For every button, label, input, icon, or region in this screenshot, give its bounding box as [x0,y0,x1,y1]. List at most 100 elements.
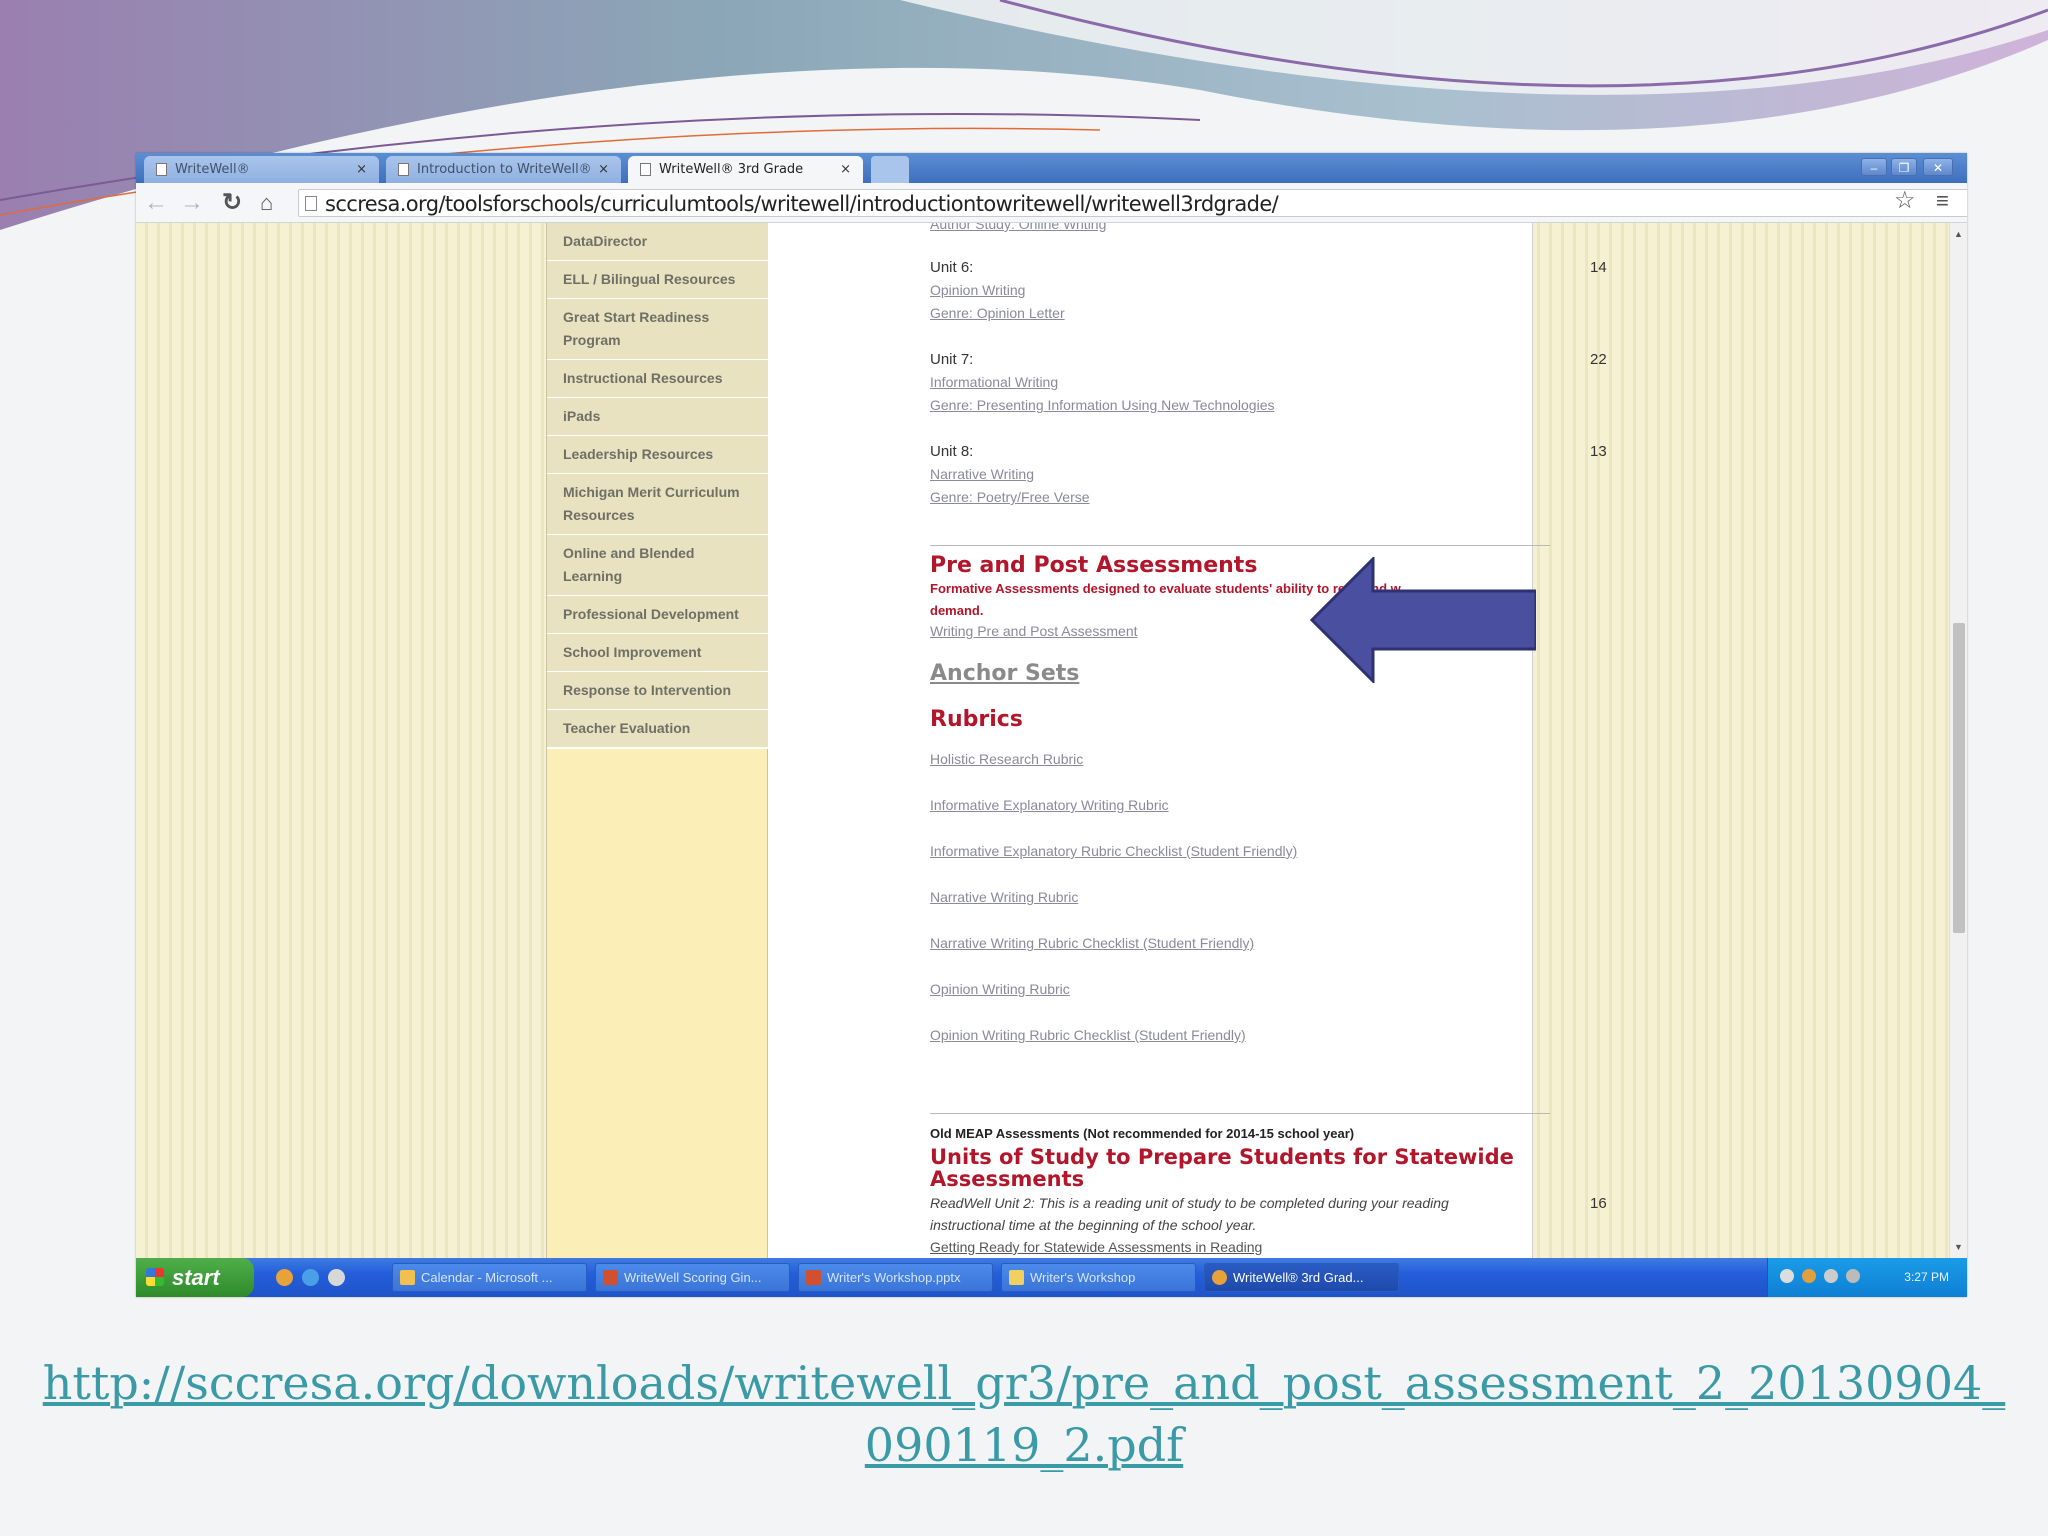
ie-icon[interactable] [302,1269,319,1286]
minimize-icon[interactable]: – [1861,158,1887,176]
bookmark-star-icon[interactable]: ☆ [1894,187,1916,215]
tab-introduction[interactable]: Introduction to WriteWell® × [386,156,621,183]
unit-label: Unit 8: [930,443,974,460]
task-calendar[interactable]: Calendar - Microsoft ... [392,1263,587,1292]
link-anchor-sets[interactable]: Anchor Sets [930,661,1079,686]
task-writewell-scoring[interactable]: WriteWell Scoring Gin... [595,1263,790,1292]
link-rubric[interactable]: Narrative Writing Rubric [930,889,1078,905]
system-tray: 3:27 PM [1767,1258,1967,1297]
network-icon[interactable] [1824,1269,1838,1283]
nav-item-response-to-intervention[interactable]: Response to Intervention [547,672,769,711]
task-label: Calendar - Microsoft ... [421,1270,553,1285]
link-unit-topic[interactable]: Opinion Writing [930,282,1025,298]
tab-writewell[interactable]: WriteWell® × [144,156,379,183]
address-bar[interactable]: sccresa.org/toolsforschools/curriculumto… [298,189,1967,217]
link-unit-topic[interactable]: Informational Writing [930,374,1058,390]
menu-icon[interactable]: ≡ [1936,187,1949,215]
source-link-line2[interactable]: 090119_2.pdf [0,1414,2048,1476]
nav-item-ipads[interactable]: iPads [547,398,769,437]
link-rubric[interactable]: Informative Explanatory Rubric Checklist… [930,843,1297,859]
link-writing-pre-post-assessment[interactable]: Writing Pre and Post Assessment [930,623,1138,639]
volume-icon[interactable] [1846,1269,1860,1283]
readwell-description: ReadWell Unit 2: This is a reading unit … [930,1195,1449,1211]
task-label: Writer's Workshop.pptx [827,1270,961,1285]
nav-item-datadirector[interactable]: DataDirector [547,223,769,262]
tray-icon[interactable] [1802,1269,1816,1283]
slide: WriteWell® × Introduction to WriteWell® … [0,0,2048,1536]
nav-item-leadership[interactable]: Leadership Resources [547,436,769,475]
windows-logo-icon [146,1268,164,1286]
nav-item-instructional-resources[interactable]: Instructional Resources [547,360,769,399]
nav-item-great-start[interactable]: Great Start Readiness Program [547,299,769,361]
start-label: start [172,1265,220,1290]
source-link-line1[interactable]: http://sccresa.org/downloads/writewell_g… [0,1352,2048,1414]
divider [930,545,1550,546]
left-pointing-arrow [1310,557,1536,683]
unit-sessions: 13 [1590,443,1607,460]
pre-post-description-cont: demand. [930,603,984,618]
link-getting-ready[interactable]: Getting Ready for Statewide Assessments … [930,1239,1262,1255]
forward-icon[interactable]: → [180,189,204,217]
unit-label: Unit 6: [930,259,974,276]
link-rubric[interactable]: Holistic Research Rubric [930,751,1083,767]
unit-sessions: 22 [1590,351,1607,368]
tray-icon[interactable] [1780,1269,1794,1283]
left-navigation: DataDirector ELL / Bilingual Resources G… [546,223,769,1258]
scroll-up-icon[interactable]: ▲ [1954,229,1963,239]
close-tab-icon[interactable]: × [598,162,609,177]
link-rubric[interactable]: Opinion Writing Rubric [930,981,1070,997]
restore-icon[interactable]: ❐ [1891,158,1917,176]
unit-sessions: 16 [1590,1195,1607,1212]
link-rubric[interactable]: Informative Explanatory Writing Rubric [930,797,1169,813]
task-label: WriteWell Scoring Gin... [624,1270,762,1285]
link-unit-genre[interactable]: Genre: Presenting Information Using New … [930,397,1274,413]
tab-label: Introduction to WriteWell® [417,162,592,177]
browser-window: WriteWell® × Introduction to WriteWell® … [136,153,1967,1297]
vertical-scrollbar[interactable]: ▲ ▼ [1949,223,1967,1258]
folder-icon [1009,1270,1024,1285]
task-chrome-writewell[interactable]: WriteWell® 3rd Grad... [1204,1263,1399,1292]
page-icon [398,163,409,176]
tab-3rd-grade[interactable]: WriteWell® 3rd Grade × [628,156,863,183]
chrome-icon [1212,1270,1227,1285]
task-writers-workshop-pptx[interactable]: Writer's Workshop.pptx [798,1263,993,1292]
url-text: sccresa.org/toolsforschools/curriculumto… [325,192,1279,216]
link-rubric[interactable]: Opinion Writing Rubric Checklist (Studen… [930,1027,1246,1043]
close-tab-icon[interactable]: × [356,162,367,177]
new-tab-button[interactable] [871,156,909,183]
heading-units-of-study: Units of Study to Prepare Students for S… [930,1145,1514,1169]
nav-item-school-improvement[interactable]: School Improvement [547,634,769,673]
page-icon [156,163,167,176]
nav-item-professional-development[interactable]: Professional Development [547,596,769,635]
source-link[interactable]: http://sccresa.org/downloads/writewell_g… [0,1352,2048,1476]
task-writers-workshop-folder[interactable]: Writer's Workshop [1001,1263,1196,1292]
link-unit-genre[interactable]: Genre: Opinion Letter [930,305,1065,321]
nav-item-online-blended[interactable]: Online and Blended Learning [547,535,769,597]
tab-bar: WriteWell® × Introduction to WriteWell® … [136,153,1967,183]
powerpoint-icon [806,1270,821,1285]
divider [930,1113,1550,1114]
nav-item-teacher-evaluation[interactable]: Teacher Evaluation [547,710,769,749]
nav-item-ell[interactable]: ELL / Bilingual Resources [547,261,769,300]
home-icon[interactable]: ⌂ [260,189,273,217]
close-window-icon[interactable]: ✕ [1923,158,1953,176]
link-unit-topic[interactable]: Narrative Writing [930,466,1034,482]
link-rubric[interactable]: Narrative Writing Rubric Checklist (Stud… [930,935,1254,951]
explorer-icon[interactable] [328,1269,345,1286]
nav-item-michigan-merit[interactable]: Michigan Merit Curriculum Resources [547,474,769,536]
scroll-thumb[interactable] [1953,623,1965,933]
page-icon [640,163,651,176]
page-icon [305,196,317,211]
link-author-study[interactable]: Author Study: Online Writing [930,223,1106,232]
back-icon[interactable]: ← [144,189,168,217]
close-tab-icon[interactable]: × [840,162,851,177]
meap-note: Old MEAP Assessments (Not recommended fo… [930,1126,1355,1141]
readwell-description-cont: instructional time at the beginning of t… [930,1217,1257,1233]
reload-icon[interactable]: ↻ [222,189,242,217]
chrome-icon[interactable] [276,1269,293,1286]
windows-taskbar: start Calendar - Microsoft ... WriteWell… [136,1258,1967,1297]
page-viewport: DataDirector ELL / Bilingual Resources G… [136,223,1949,1258]
start-button[interactable]: start [136,1258,254,1297]
scroll-down-icon[interactable]: ▼ [1954,1242,1963,1252]
link-unit-genre[interactable]: Genre: Poetry/Free Verse [930,489,1090,505]
